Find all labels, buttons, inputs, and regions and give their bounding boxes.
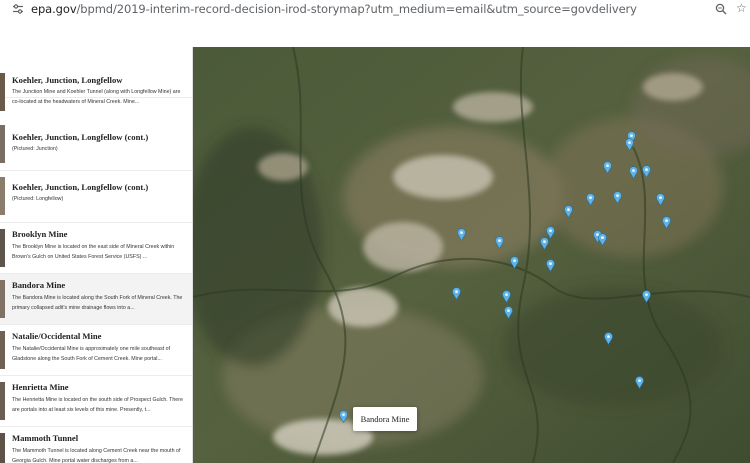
list-item-desc: The Bandora Mine is located along the So… [12, 295, 183, 311]
thumbnail [0, 382, 5, 420]
map-pin-icon[interactable] [545, 259, 555, 272]
list-item-title: Henrietta Mine [12, 382, 69, 392]
terrain-imagery [193, 47, 750, 463]
list-item-title: Koehler, Junction, Longfellow (cont.) [12, 132, 149, 142]
list-item-desc: The Natalie/Occidental Mine is approxima… [12, 346, 171, 362]
list-item-title: Mammoth Tunnel [12, 433, 79, 443]
list-item[interactable]: Koehler, Junction, Longfellow The Juncti… [0, 47, 192, 111]
list-item[interactable]: Henrietta Mine The Henrietta Mine is loc… [0, 376, 192, 427]
zoom-icon[interactable] [715, 3, 727, 15]
thumbnail [0, 125, 5, 163]
story-sidebar[interactable]: Koehler, Junction, Longfellow The Juncti… [0, 47, 193, 463]
list-item[interactable]: Mammoth Tunnel The Mammoth Tunnel is loc… [0, 427, 192, 463]
thumbnail [0, 229, 5, 267]
map-pin-icon[interactable] [563, 205, 573, 218]
map-pin-icon[interactable] [655, 193, 665, 206]
url-text[interactable]: epa.gov/bpmd/2019-interim-record-decisio… [31, 2, 637, 16]
map-tooltip: Bandora Mine [353, 407, 417, 431]
map-pin-icon[interactable] [634, 376, 644, 389]
address-bar[interactable]: epa.gov/bpmd/2019-interim-record-decisio… [0, 0, 750, 20]
map-pin-icon[interactable] [501, 290, 511, 303]
map-pin-icon[interactable] [597, 233, 607, 246]
map-pin-icon[interactable] [338, 410, 348, 423]
list-item-desc: (Pictured: Longfellow) [12, 196, 64, 202]
map-pin-icon[interactable] [624, 138, 634, 151]
map-pin-icon[interactable] [641, 290, 651, 303]
thumbnail [0, 433, 5, 463]
site-settings-icon[interactable] [12, 3, 24, 15]
url-host: epa.gov [31, 2, 77, 16]
map-pin-icon[interactable] [602, 161, 612, 174]
list-item-title: Natalie/Occidental Mine [12, 331, 102, 341]
map-pin-icon[interactable] [451, 287, 461, 300]
list-item-title: Koehler, Junction, Longfellow (cont.) [12, 182, 149, 192]
thumbnail [0, 73, 5, 111]
list-item-desc: The Brooklyn Mine is located on the east… [12, 244, 175, 260]
map-pin-icon[interactable] [456, 228, 466, 241]
map-pin-icon[interactable] [539, 237, 549, 250]
map-pin-icon[interactable] [641, 165, 651, 178]
list-item[interactable]: Natalie/Occidental Mine The Natalie/Occi… [0, 325, 192, 376]
satellite-map[interactable]: Bandora Mine [193, 47, 750, 463]
thumbnail [0, 177, 5, 215]
list-item-title: Koehler, Junction, Longfellow [12, 75, 123, 85]
list-item[interactable]: Koehler, Junction, Longfellow (cont.) (P… [0, 119, 192, 171]
url-path: /bpmd/2019-interim-record-decision-irod-… [76, 2, 637, 16]
map-pin-icon[interactable] [503, 306, 513, 319]
header-spacer [0, 20, 750, 47]
thumbnail [0, 331, 5, 369]
list-item-title: Bandora Mine [12, 280, 66, 290]
list-item-title: Brooklyn Mine [12, 229, 68, 239]
list-item-desc: The Junction Mine and Koehler Tunnel (al… [12, 89, 181, 105]
map-pin-icon[interactable] [661, 216, 671, 229]
bookmark-star-icon[interactable]: ☆ [736, 2, 747, 14]
list-item-desc: The Mammoth Tunnel is located along Ceme… [12, 448, 181, 463]
map-pin-icon[interactable] [612, 191, 622, 204]
map-pin-icon[interactable] [509, 256, 519, 269]
thumbnail [0, 280, 5, 318]
list-item-desc: The Henrietta Mine is located on the sou… [12, 397, 183, 413]
map-pin-icon[interactable] [494, 236, 504, 249]
map-pin-icon[interactable] [585, 193, 595, 206]
list-item[interactable]: Brooklyn Mine The Brooklyn Mine is locat… [0, 223, 192, 274]
list-item-desc: (Pictured: Junction) [12, 146, 58, 152]
map-pin-icon[interactable] [603, 332, 613, 345]
list-item[interactable]: Koehler, Junction, Longfellow (cont.) (P… [0, 171, 192, 223]
map-pin-icon[interactable] [628, 166, 638, 179]
list-item-active[interactable]: Bandora Mine The Bandora Mine is located… [0, 274, 192, 325]
